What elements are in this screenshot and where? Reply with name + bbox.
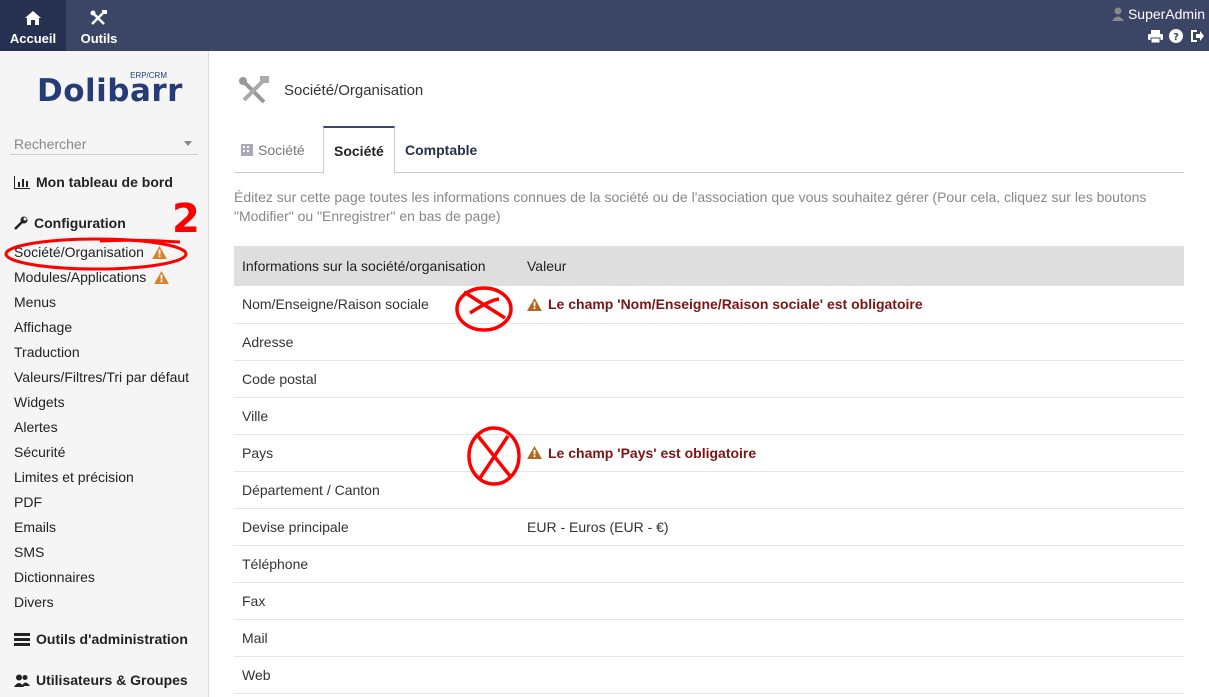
row-label: Devise principale <box>234 508 519 546</box>
nav-home-label: Accueil <box>9 31 57 46</box>
row-value: Le champ 'Nom/Enseigne/Raison sociale' e… <box>519 286 1184 324</box>
user-menu[interactable]: SuperAdmin <box>1111 6 1205 22</box>
error-message: Le champ 'Pays' est obligatoire <box>527 445 1184 461</box>
sidebar-item-securite[interactable]: Sécurité <box>14 440 189 465</box>
tools-icon <box>239 76 269 104</box>
logout-icon[interactable] <box>1189 28 1205 44</box>
table-row: Téléphone <box>234 545 1184 583</box>
table-row: Ville <box>234 397 1184 435</box>
row-label: Web <box>234 656 519 694</box>
sidebar-item-divers[interactable]: Divers <box>14 590 189 615</box>
sidebar-admin-tools[interactable]: Outils d'administration <box>14 631 188 647</box>
table-row: Département / Canton <box>234 471 1184 509</box>
table-row: Fax <box>234 582 1184 620</box>
sidebar: Dolibarr ERP/CRM Rechercher Mon tableau … <box>0 51 209 697</box>
user-icon <box>1111 7 1124 21</box>
row-label: Nom/Enseigne/Raison sociale <box>234 286 519 324</box>
row-value: EUR - Euros (EUR - €) <box>519 508 1184 546</box>
row-value <box>519 656 1184 694</box>
page-title: Société/Organisation <box>284 81 424 99</box>
warning-icon <box>154 271 170 284</box>
home-icon <box>24 8 42 28</box>
sidebar-item-pdf[interactable]: PDF <box>14 490 189 515</box>
error-message: Le champ 'Nom/Enseigne/Raison sociale' e… <box>527 296 1184 312</box>
wrench-icon <box>14 216 28 230</box>
tab-comptable[interactable]: Comptable <box>405 126 477 173</box>
table-row: Mail <box>234 619 1184 657</box>
table-row: Web <box>234 656 1184 694</box>
table-row: Adresse <box>234 323 1184 361</box>
help-icon[interactable]: ? <box>1168 28 1184 44</box>
top-nav: Accueil Outils <box>0 0 1209 51</box>
sidebar-users-groups[interactable]: Utilisateurs & Groupes <box>14 672 188 688</box>
sidebar-item-affichage[interactable]: Affichage <box>14 315 189 340</box>
nav-tools[interactable]: Outils <box>66 0 132 51</box>
row-label: Code postal <box>234 360 519 398</box>
search-select[interactable]: Rechercher <box>10 133 198 155</box>
row-value <box>519 360 1184 398</box>
page-description: Éditez sur cette page toutes les informa… <box>234 189 1147 224</box>
row-value: Le champ 'Pays' est obligatoire <box>519 434 1184 472</box>
users-icon <box>14 674 30 687</box>
table-row: Code postal <box>234 360 1184 398</box>
company-info-table: Informations sur la société/organisation… <box>234 246 1184 694</box>
print-icon[interactable] <box>1147 28 1163 44</box>
user-area: SuperAdmin ? <box>1111 6 1205 44</box>
tab-societe-icon[interactable]: Société <box>240 126 305 173</box>
tools-list-icon <box>14 632 30 646</box>
table-header-row: Informations sur la société/organisation… <box>234 246 1184 286</box>
row-label: Fax <box>234 582 519 620</box>
row-label: Département / Canton <box>234 471 519 509</box>
sidebar-item-societe[interactable]: Société/Organisation <box>14 240 189 265</box>
table-row: Devise principale EUR - Euros (EUR - €) <box>234 508 1184 546</box>
col-header-info: Informations sur la société/organisation <box>234 246 519 286</box>
nav-tools-label: Outils <box>80 31 118 46</box>
chart-icon <box>14 175 30 189</box>
row-label: Pays <box>234 434 519 472</box>
sidebar-item-valeurs[interactable]: Valeurs/Filtres/Tri par défaut <box>14 365 189 390</box>
sidebar-item-traduction[interactable]: Traduction <box>14 340 189 365</box>
search-placeholder: Rechercher <box>14 135 87 152</box>
sidebar-item-alertes[interactable]: Alertes <box>14 415 189 440</box>
nav-home[interactable]: Accueil <box>0 0 66 51</box>
row-value <box>519 545 1184 583</box>
tabs: Société Société Comptable <box>234 126 1184 174</box>
row-value <box>519 323 1184 361</box>
table-row: Pays Le champ 'Pays' est obligatoire <box>234 434 1184 472</box>
top-bar: Accueil Outils SuperAdmin ? <box>0 0 1209 51</box>
col-header-value: Valeur <box>519 246 1184 286</box>
row-label: Mail <box>234 619 519 657</box>
row-value <box>519 397 1184 435</box>
row-label: Adresse <box>234 323 519 361</box>
sidebar-item-dictionnaires[interactable]: Dictionnaires <box>14 565 189 590</box>
sidebar-item-limites[interactable]: Limites et précision <box>14 465 189 490</box>
warning-icon <box>527 446 542 459</box>
row-value <box>519 471 1184 509</box>
sidebar-item-emails[interactable]: Emails <box>14 515 189 540</box>
svg-text:?: ? <box>1173 32 1179 43</box>
row-label: Ville <box>234 397 519 435</box>
row-label: Téléphone <box>234 545 519 583</box>
warning-icon <box>527 297 542 311</box>
sidebar-item-modules[interactable]: Modules/Applications <box>14 265 189 290</box>
tab-societe[interactable]: Société <box>323 126 395 174</box>
table-row: Nom/Enseigne/Raison sociale Le champ 'No… <box>234 286 1184 324</box>
row-value <box>519 619 1184 657</box>
building-icon <box>241 144 253 156</box>
sidebar-dashboard[interactable]: Mon tableau de bord <box>14 174 173 190</box>
user-name: SuperAdmin <box>1127 6 1205 22</box>
sidebar-configuration[interactable]: Configuration <box>14 215 126 231</box>
tools-icon <box>90 8 108 28</box>
row-value <box>519 582 1184 620</box>
dolibarr-logo[interactable]: Dolibarr ERP/CRM <box>37 71 182 111</box>
sidebar-config-list: Société/Organisation Modules/Application… <box>14 240 189 615</box>
sidebar-item-widgets[interactable]: Widgets <box>14 390 189 415</box>
top-icons: ? <box>1112 28 1205 44</box>
sidebar-item-sms[interactable]: SMS <box>14 540 189 565</box>
page-header: Société/Organisation <box>238 76 423 104</box>
warning-icon <box>152 246 167 259</box>
sidebar-item-menus[interactable]: Menus <box>14 290 189 315</box>
chevron-down-icon <box>184 141 192 146</box>
